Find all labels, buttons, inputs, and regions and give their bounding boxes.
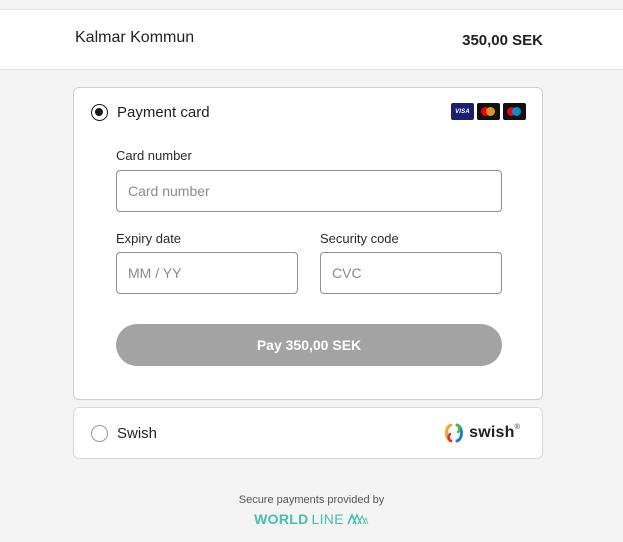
worldline-wave-icon [347, 513, 369, 525]
expiry-date-label: Expiry date [116, 231, 182, 246]
worldline-light-text: LINE [311, 511, 344, 527]
payment-card-radio[interactable] [91, 104, 108, 121]
swish-panel[interactable]: Swish swish® [73, 407, 543, 459]
security-code-label: Security code [320, 231, 399, 246]
card-brands: VISA [451, 103, 526, 120]
swish-radio[interactable] [91, 425, 108, 442]
card-number-input[interactable] [116, 170, 502, 212]
merchant-name: Kalmar Kommun [75, 29, 195, 46]
pay-button[interactable]: Pay 350,00 SEK [116, 324, 502, 366]
worldline-logo: WORLD LINE [0, 511, 623, 527]
expiry-date-input[interactable] [116, 252, 298, 294]
swish-label: Swish [117, 425, 158, 442]
order-amount: 350,00 SEK [462, 32, 543, 49]
swish-logo: swish® [443, 422, 520, 444]
worldline-bold-text: WORLD [254, 511, 309, 527]
swish-logo-text: swish® [469, 424, 520, 441]
maestro-icon [503, 103, 526, 120]
secure-payments-text: Secure payments provided by [238, 494, 385, 506]
payment-header: Kalmar Kommun 350,00 SEK [0, 9, 623, 70]
payment-card-label: Payment card [117, 104, 210, 121]
mastercard-icon [477, 103, 500, 120]
payment-card-panel[interactable]: Payment card VISA Card number Expiry dat… [73, 87, 543, 400]
card-number-label: Card number [116, 148, 192, 163]
security-code-input[interactable] [320, 252, 502, 294]
swish-mark-icon [445, 423, 464, 443]
visa-icon: VISA [451, 103, 474, 120]
